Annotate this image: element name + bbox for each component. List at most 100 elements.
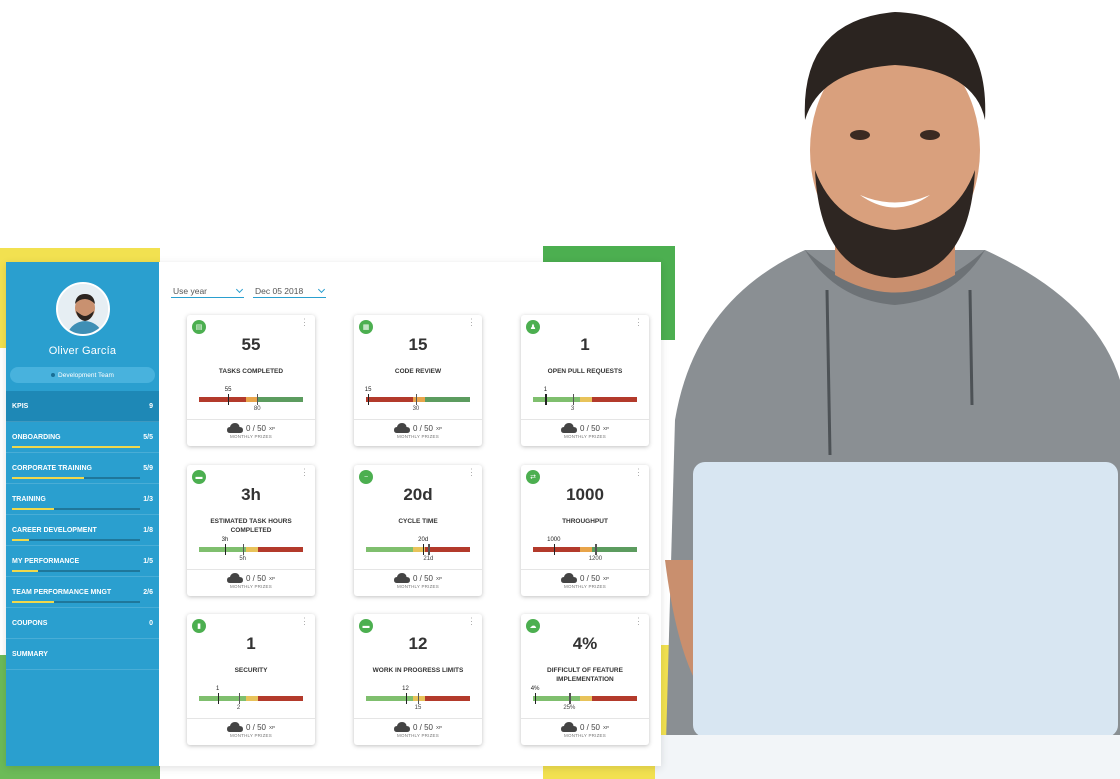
team-badge[interactable]: Development Team — [10, 367, 155, 383]
gauge-target-marker — [415, 394, 418, 405]
xp-progress: 0 / 50 XP — [187, 423, 315, 433]
xp-progress: 0 / 50 XP — [521, 722, 649, 732]
card-footer: 0 / 50 XP MONTHLY PRIZES — [521, 722, 649, 738]
kpi-card[interactable]: ♟ ⋮ 1 OPEN PULL REQUESTS 1 3 0 / 50 XP MONTHLY P… — [521, 315, 649, 446]
monthly-prizes-label: MONTHLY PRIZES — [564, 584, 606, 589]
more-options-icon[interactable]: ⋮ — [634, 617, 643, 626]
truck-icon: ▬ — [359, 619, 373, 633]
xp-progress: 0 / 50 XP — [187, 573, 315, 583]
sidebar-item-count: 1/3 — [143, 495, 153, 503]
xp-unit: XP — [603, 425, 610, 431]
cloud-icon — [393, 423, 410, 433]
sidebar-item-training[interactable]: TRAINING 1/3 — [6, 484, 159, 515]
more-options-icon[interactable]: ⋮ — [300, 617, 309, 626]
xp-text: 0 / 50 — [579, 573, 600, 583]
gauge-target-label: 80 — [253, 406, 261, 412]
sidebar-item-corporate-training[interactable]: CORPORATE TRAINING 5/9 — [6, 453, 159, 484]
gauge-target-marker — [572, 394, 574, 405]
xp-unit: XP — [436, 724, 443, 730]
sidebar-item-progress-fill — [12, 508, 55, 510]
xp-progress: 0 / 50 XP — [354, 573, 482, 583]
kpi-gauge: 15 30 — [365, 387, 470, 412]
gauge-target-label: 25% — [563, 705, 576, 711]
more-options-icon[interactable]: ⋮ — [300, 468, 309, 477]
more-options-icon[interactable]: ⋮ — [634, 468, 643, 477]
kpi-gauge: 12 — [199, 686, 303, 711]
sidebar-item-my-performance[interactable]: MY PERFORMANCE 1/5 — [6, 546, 159, 577]
gauge-target-marker — [257, 394, 259, 405]
sidebar-item-summary[interactable]: SUMMARY — [6, 639, 159, 670]
kpi-label: TASKS COMPLETED — [218, 368, 284, 375]
cloud-icon — [560, 573, 577, 583]
sidebar-item-kpis[interactable]: KPIS 9 — [6, 391, 159, 422]
card-footer: 0 / 50 XP MONTHLY PRIZES — [354, 573, 482, 589]
cloud-icon — [226, 722, 243, 732]
chevron-down-icon — [235, 285, 244, 293]
kpi-card[interactable]: ▬ ⋮ 12 WORK IN PROGRESS LIMITS 12 15 0 / 50 XP M… — [354, 614, 482, 745]
xp-text: 0 / 50 — [579, 423, 600, 433]
card-divider — [187, 569, 315, 570]
kpi-label: CODE REVIEW — [394, 368, 442, 375]
gauge-target-label: 30 — [412, 406, 420, 412]
card-divider — [354, 718, 482, 719]
gauge-segment — [425, 397, 470, 402]
gauge-current-label: 12 — [402, 686, 409, 692]
truck-icon: ▬ — [192, 470, 206, 484]
more-options-icon[interactable]: ⋮ — [467, 468, 476, 477]
cloud-upload-icon: ☁ — [526, 619, 540, 633]
sidebar-item-career-development[interactable]: CAREER DEVELOPMENT 1/8 — [6, 515, 159, 546]
card-footer: 0 / 50 XP MONTHLY PRIZES — [521, 573, 649, 589]
gauge-target-label: 3 — [570, 406, 575, 412]
stage: Oliver García Development Team KPIS 9 ONBO… — [0, 0, 1120, 779]
gauge-target-label: 2 — [236, 705, 241, 711]
kpi-value: 4% — [572, 634, 598, 653]
xp-progress: 0 / 50 XP — [521, 573, 649, 583]
more-options-icon[interactable]: ⋮ — [300, 318, 309, 327]
card-divider — [521, 419, 649, 420]
avatar-image — [57, 284, 108, 334]
kpi-card[interactable]: ▤ ⋮ 55 TASKS COMPLETED 55 80 0 / 50 XP MONTHLY P… — [187, 315, 315, 446]
kpi-card[interactable]: ▦ ⋮ 15 CODE REVIEW 15 30 0 / 50 XP MONTHLY PRIZE… — [354, 315, 482, 446]
xp-text: 0 / 50 — [579, 722, 600, 732]
kpi-card[interactable]: − ⋮ 20d CYCLE TIME 20d 21d 0 / 50 XP MONTHLY PRI… — [354, 465, 482, 596]
cloud-icon — [226, 423, 243, 433]
sidebar-item-progress — [12, 508, 140, 510]
gauge-target-marker — [569, 693, 571, 704]
more-options-icon[interactable]: ⋮ — [634, 318, 643, 327]
kpi-gauge: 4% 25% — [531, 686, 637, 711]
monthly-prizes-label: MONTHLY PRIZES — [564, 733, 606, 738]
kpi-gauge: 13 — [533, 387, 637, 412]
kpi-gauge: 3h 5h — [199, 537, 303, 562]
kpi-label: OPEN PULL REQUESTS — [547, 368, 623, 375]
date-select[interactable]: Dec 05 2018 — [253, 284, 326, 298]
kpi-card[interactable]: ▬ ⋮ 3h ESTIMATED TASK HOURS COMPLETED 3h 5h 0 … — [187, 465, 315, 596]
sidebar-item-label: KPIS — [12, 402, 29, 410]
kpi-card[interactable]: ⇄ ⋮ 1000 THROUGHPUT 1000 1200 0 / 50 XP MONTHLY … — [521, 465, 649, 596]
more-options-icon[interactable]: ⋮ — [467, 617, 476, 626]
sidebar-item-coupons[interactable]: COUPONS 0 — [6, 608, 159, 639]
sidebar-item-label: CAREER DEVELOPMENT — [12, 526, 97, 534]
sidebar-item-progress — [12, 539, 140, 541]
filters-bar: Use year Dec 05 2018 — [171, 284, 326, 298]
avatar[interactable] — [55, 282, 110, 336]
gauge-target-label: 15 — [414, 705, 422, 711]
xp-progress: 0 / 50 XP — [187, 722, 315, 732]
card-footer: 0 / 50 XP MONTHLY PRIZES — [354, 423, 482, 439]
sidebar-item-onboarding[interactable]: ONBOARDING 5/5 — [6, 422, 159, 453]
kpi-value: 20d — [403, 485, 433, 504]
gauge-target-marker — [238, 693, 240, 704]
kpi-card[interactable]: ☁ ⋮ 4% DIFFICULT OF FEATURE IMPLEMENTATION 4… — [521, 614, 649, 745]
more-options-icon[interactable]: ⋮ — [467, 318, 476, 327]
gauge-segment — [366, 397, 413, 402]
document-icon: ▤ — [192, 320, 206, 334]
kpi-card[interactable]: ▮ ⋮ 1 SECURITY 1 2 0 / 50 XP MONTHLY PRIZES — [187, 614, 315, 745]
kpi-gauge: 1000 1200 — [533, 537, 637, 562]
gauge-current-label: 1 — [216, 686, 220, 692]
gauge-current-label: 20d — [418, 537, 429, 543]
period-select[interactable]: Use year — [171, 284, 244, 298]
xp-progress: 0 / 50 XP — [354, 722, 482, 732]
cloud-icon — [560, 722, 577, 732]
sidebar-item-label: SUMMARY — [12, 650, 48, 658]
main-content: Use year Dec 05 2018 ▤ ⋮ 55 TASKS COMPLETED… — [159, 262, 661, 766]
sidebar-item-team-performance-mngt[interactable]: TEAM PERFORMANCE MNGT 2/6 — [6, 577, 159, 608]
